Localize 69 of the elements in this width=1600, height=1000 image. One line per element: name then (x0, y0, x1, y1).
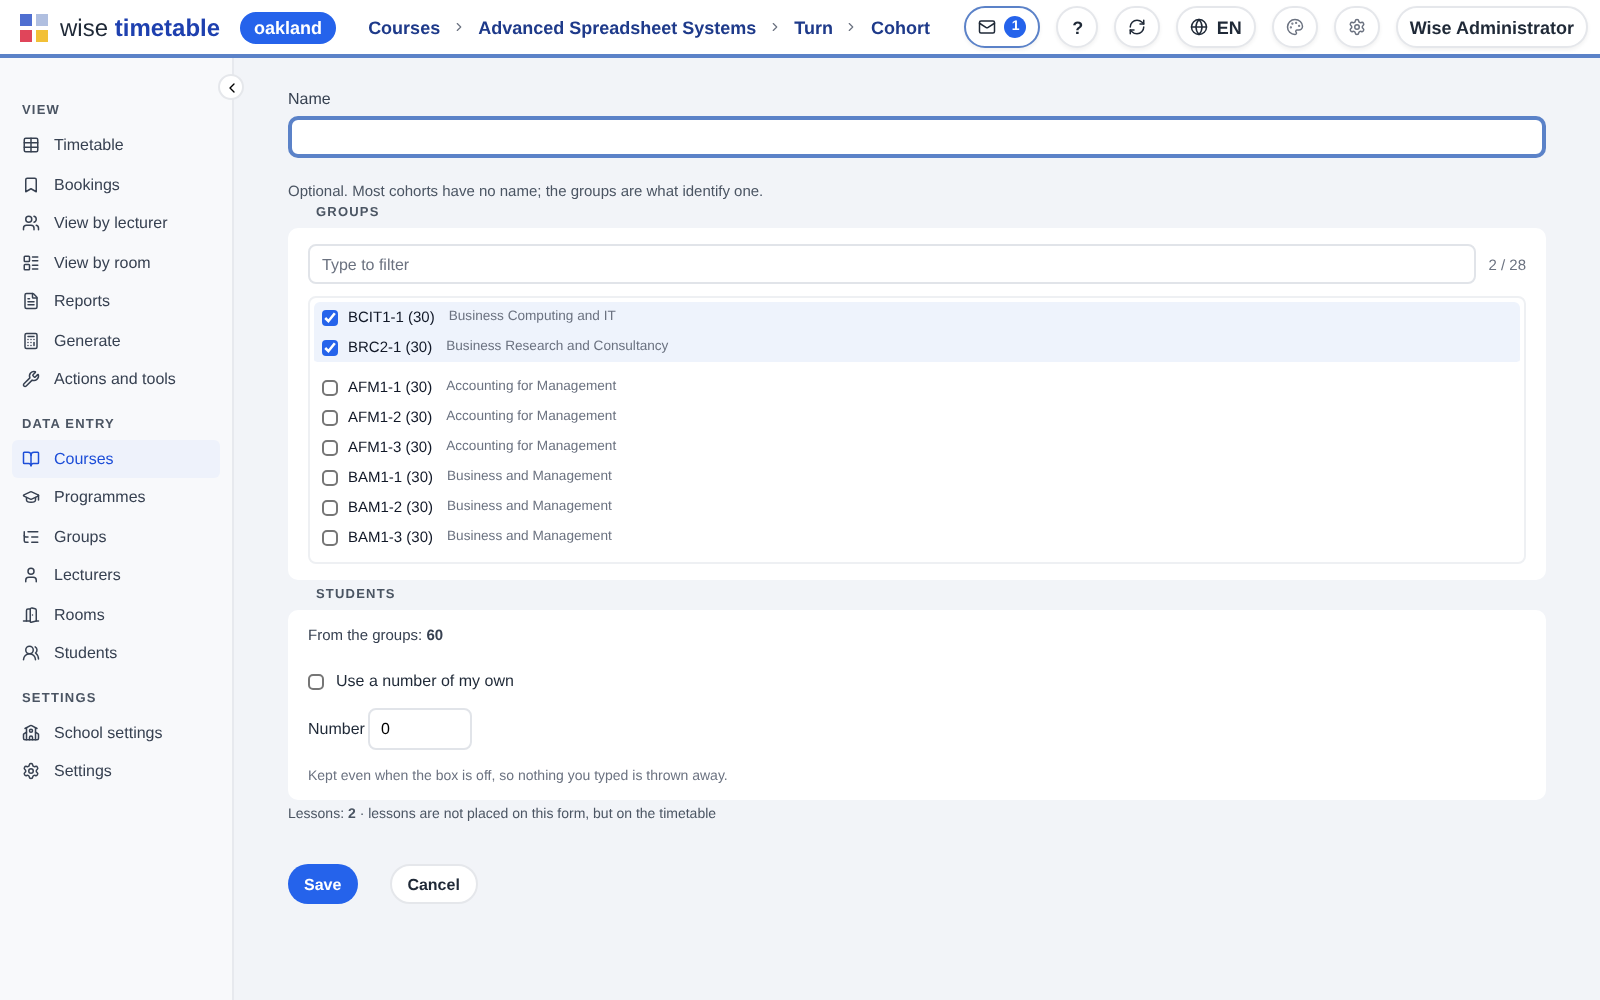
sidebar-item[interactable]: View by room (12, 243, 220, 282)
settings-icon (1347, 18, 1366, 36)
sidebar-item[interactable]: Actions and tools (12, 360, 220, 399)
group-checkbox[interactable] (322, 409, 338, 425)
globe-icon (1190, 18, 1209, 36)
chevron-icon (844, 20, 859, 34)
group-checkbox[interactable] (322, 339, 338, 355)
nav-icon (22, 214, 40, 233)
sidebar-item[interactable]: Reports (12, 282, 220, 321)
nav-icon (22, 253, 40, 272)
mail-icon (978, 18, 997, 36)
chevron-icon (768, 20, 783, 34)
sidebar-item[interactable]: Courses (12, 439, 220, 478)
nav-icon (22, 762, 40, 781)
settings-button[interactable] (1333, 6, 1380, 48)
sidebar-item[interactable]: Timetable (12, 126, 220, 165)
nav-icon (22, 175, 40, 194)
group-checkbox[interactable] (322, 439, 338, 455)
sidebar-item[interactable]: Settings (12, 752, 220, 791)
breadcrumb-link[interactable]: Advanced Spreadsheet Systems (478, 17, 757, 37)
user-button[interactable]: Wise Administrator (1395, 6, 1588, 48)
number-field[interactable]: 0 (368, 708, 473, 750)
nav-icon (22, 136, 40, 155)
breadcrumb-link[interactable]: Cohort (870, 17, 930, 37)
breadcrumb-link[interactable]: Turn (794, 17, 833, 37)
group-checkbox[interactable] (322, 499, 338, 515)
nav-icon (22, 331, 40, 350)
refresh-icon (1128, 18, 1147, 36)
own-number-checkbox[interactable] (308, 673, 324, 689)
group-checkbox[interactable] (322, 379, 338, 395)
save-button[interactable]: Save (288, 864, 358, 904)
sidebar-item[interactable]: Generate (12, 321, 220, 360)
nav-icon (22, 527, 40, 546)
chevron-icon (452, 20, 467, 34)
nav-icon (22, 723, 40, 742)
nav-icon (22, 449, 40, 468)
group-checkbox[interactable] (322, 529, 338, 545)
breadcrumb-link[interactable]: Courses (368, 17, 441, 37)
collapse-button[interactable] (218, 74, 244, 100)
sidebar-item[interactable]: Groups (12, 517, 220, 556)
nav-icon (22, 644, 40, 663)
language-button[interactable]: EN (1176, 6, 1256, 48)
sidebar-item[interactable]: Programmes (12, 478, 220, 517)
sidebar-item[interactable]: Students (12, 634, 220, 673)
logo-icon (20, 13, 48, 41)
filter-field[interactable]: Type to filter (308, 244, 1477, 284)
field-label: Name (288, 90, 333, 108)
sidebar-item[interactable]: View by lecturer (12, 204, 220, 243)
sidebar-item[interactable]: School settings (12, 713, 220, 752)
help-button[interactable]: ? (1056, 6, 1099, 48)
refresh-button[interactable] (1114, 6, 1161, 48)
nav-icon (22, 566, 40, 585)
app-logo: wise timetable (60, 13, 221, 41)
nav-icon (22, 370, 40, 389)
checkbox-label: Use a number of my own (336, 672, 514, 690)
sidebar-item[interactable]: Rooms (12, 595, 220, 634)
nav-icon (22, 292, 40, 311)
nav-icon (22, 605, 40, 624)
school-badge[interactable]: oakland (240, 11, 337, 43)
theme-button[interactable] (1271, 6, 1318, 48)
group-checkbox[interactable] (322, 469, 338, 485)
field-label: Number (308, 720, 365, 738)
palette-icon (1285, 18, 1304, 36)
sidebar-item[interactable]: Lecturers (12, 556, 220, 595)
cancel-button[interactable]: Cancel (389, 864, 478, 904)
name-field[interactable] (288, 116, 1546, 158)
nav-icon (22, 488, 40, 507)
group-checkbox[interactable] (322, 309, 338, 325)
sidebar-item[interactable]: Bookings (12, 165, 220, 204)
